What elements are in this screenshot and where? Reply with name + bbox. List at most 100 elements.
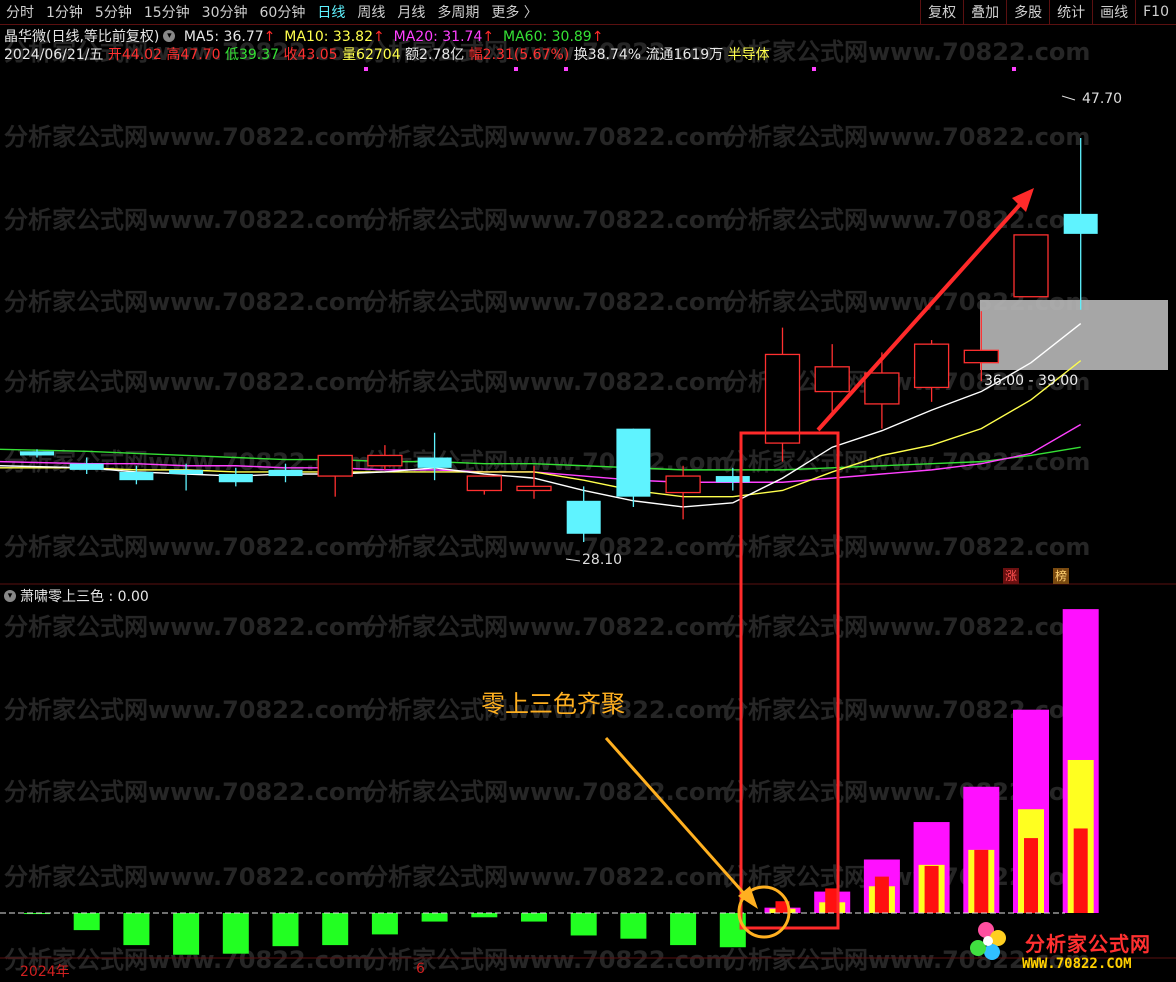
indicator-bar-green (73, 913, 100, 931)
indicator-bar-green (371, 913, 398, 935)
indicator-bar-red (1073, 828, 1088, 913)
indicator-name: 萧啸零上三色 : 0.00 (20, 589, 149, 605)
tab-8[interactable]: 月线 (391, 2, 431, 22)
high-pointer (1061, 95, 1076, 101)
tab-6[interactable]: 日线 (311, 2, 351, 22)
candle-body-up (913, 343, 950, 389)
quote-sector[interactable]: 半导体 (728, 47, 770, 63)
tab-10[interactable]: 更多 〉 (485, 2, 543, 22)
indicator-bar-red (874, 876, 889, 913)
ma20-value: MA20: 31.74 (393, 29, 483, 45)
indicator-bar-green (471, 913, 498, 918)
candle-body-up (814, 366, 850, 393)
tab-2[interactable]: 5分钟 (89, 2, 138, 22)
kline-chart[interactable]: 分析家公式网www.70822.com分析家公式网www.70822.com分析… (0, 0, 1176, 982)
month-axis-label: 6 (416, 961, 425, 977)
quote-float: 流通1619万 (645, 47, 724, 63)
indicator-bar-green (173, 913, 200, 955)
indicator-bar-green (521, 913, 547, 922)
watermark-text: 分析家公式网www.70822.com (4, 778, 370, 806)
indicator-bar-green (272, 913, 299, 947)
candle-body-up (516, 485, 552, 492)
indicator-bar-green (421, 913, 448, 922)
low-price-label: 28.10 (582, 552, 623, 568)
chevron-down-icon[interactable]: ▾ (163, 30, 176, 42)
tab-4[interactable]: 30分钟 (196, 2, 254, 22)
candle-body-down (268, 469, 303, 477)
candle-body-down (169, 469, 204, 474)
watermark-text: 分析家公式网www.70822.com (724, 613, 1090, 641)
quote-open: 开44.02 (107, 47, 162, 63)
candle-body-up (466, 475, 502, 492)
ma5-value: MA5: 36.77 (183, 29, 264, 45)
period-tabs: 分时 1分钟 5分钟 15分钟 30分钟 60分钟 日线 周线 月线 多周期 更多 〉 (0, 0, 544, 24)
up-arrow-icon: ↑ (263, 29, 276, 45)
candle-body-up (864, 372, 900, 405)
watermark-text: 分析家公式网www.70822.com (724, 206, 1090, 234)
marker-dots (364, 67, 1016, 71)
tab-9[interactable]: 多周期 (431, 2, 485, 22)
title-row: 晶华微(日线,等比前复权) ▾ MA5: 36.77↑ MA10: 33.82↑ … (4, 26, 603, 46)
candle-body-up (963, 349, 999, 364)
watermark-text: 分析家公式网www.70822.com (4, 123, 370, 151)
watermark-text: 分析家公式网www.70822.com (4, 206, 370, 234)
ranking-badge[interactable]: 榜 (1053, 568, 1069, 584)
indicator-bar-green (570, 913, 597, 936)
high-price-label: 47.70 (1082, 91, 1123, 107)
quote-close: 收43.05 (283, 47, 338, 63)
watermark-text: 分析家公式网www.70822.com (4, 613, 370, 641)
target-price-zone (980, 300, 1168, 370)
quote-info-row: 2024/06/21/五 开44.02 高47.70 低39.37 收43.05… (4, 44, 770, 64)
tab-7[interactable]: 周线 (351, 2, 391, 22)
tab-3[interactable]: 15分钟 (138, 2, 196, 22)
limit-up-badge[interactable]: 涨 (1003, 568, 1019, 584)
zone-price-label: 36.00 - 39.00 (984, 373, 1079, 389)
highlight-box (739, 431, 840, 930)
watermark-text: 分析家公式网www.70822.com (724, 123, 1090, 151)
indicator-bar-red (924, 865, 939, 913)
watermark-text: 分析家公式网www.70822.com (4, 696, 370, 724)
candles (20, 138, 1098, 543)
up-arrow-icon: ↑ (591, 29, 604, 45)
candle-body-down (616, 428, 651, 497)
candle-body-down (715, 476, 750, 483)
quote-low: 低39.37 (224, 47, 280, 63)
ma60-value: MA60: 30.89 (503, 29, 592, 45)
tab-5[interactable]: 60分钟 (254, 2, 312, 22)
toolbar-button-2[interactable]: 多股 (1006, 0, 1049, 24)
tab-0[interactable]: 分时 (0, 2, 40, 22)
watermark-text: 分析家公式网www.70822.com (364, 123, 730, 151)
watermark-text: 分析家公式网www.70822.com (364, 863, 730, 891)
quote-date: 2024/06/21/五 (4, 47, 104, 63)
chevron-down-icon[interactable]: ▾ (4, 590, 16, 602)
candle-body-down (69, 463, 104, 470)
candle-body-down (20, 451, 54, 456)
indicator-bar-red (1024, 838, 1038, 913)
indicator-bar-green (620, 913, 647, 939)
up-arrow-icon: ↑ (482, 29, 495, 45)
toolbar-button-1[interactable]: 叠加 (963, 0, 1006, 24)
watermark-text: 分析家公式网www.70822.com (724, 533, 1090, 561)
watermark-text: 分析家公式网www.70822.com (4, 368, 370, 396)
watermark-text: 分析家公式网www.70822.com (4, 863, 370, 891)
watermark-text: 分析家公式网www.70822.com (364, 778, 730, 806)
indicator-bar-green (123, 913, 150, 946)
tab-1[interactable]: 1分钟 (40, 2, 89, 22)
toolbar-button-0[interactable]: 复权 (920, 0, 963, 24)
toolbar-actions: 复权 叠加 多股 统计 画线 F10 (920, 0, 1176, 24)
toolbar-button-5[interactable]: F10 (1135, 0, 1176, 24)
quote-volume: 量62704 (342, 47, 401, 63)
toolbar-button-4[interactable]: 画线 (1092, 0, 1135, 24)
candle-body-down (119, 471, 154, 481)
toolbar-button-3[interactable]: 统计 (1049, 0, 1092, 24)
candle-body-up (764, 353, 801, 444)
watermark-text: 分析家公式网www.70822.com (4, 533, 370, 561)
stock-title: 晶华微(日线,等比前复权) (4, 29, 160, 45)
watermark-text: 分析家公式网www.70822.com (364, 288, 730, 316)
watermark-text: 分析家公式网www.70822.com (364, 368, 730, 396)
watermark-text: 分析家公式网www.70822.com (724, 38, 1090, 66)
annotation-label: 零上三色齐聚 (481, 690, 625, 718)
candle-body-up (317, 454, 353, 477)
watermark-text: 分析家公式网www.70822.com (364, 206, 730, 234)
indicator-bar-green (222, 913, 249, 954)
